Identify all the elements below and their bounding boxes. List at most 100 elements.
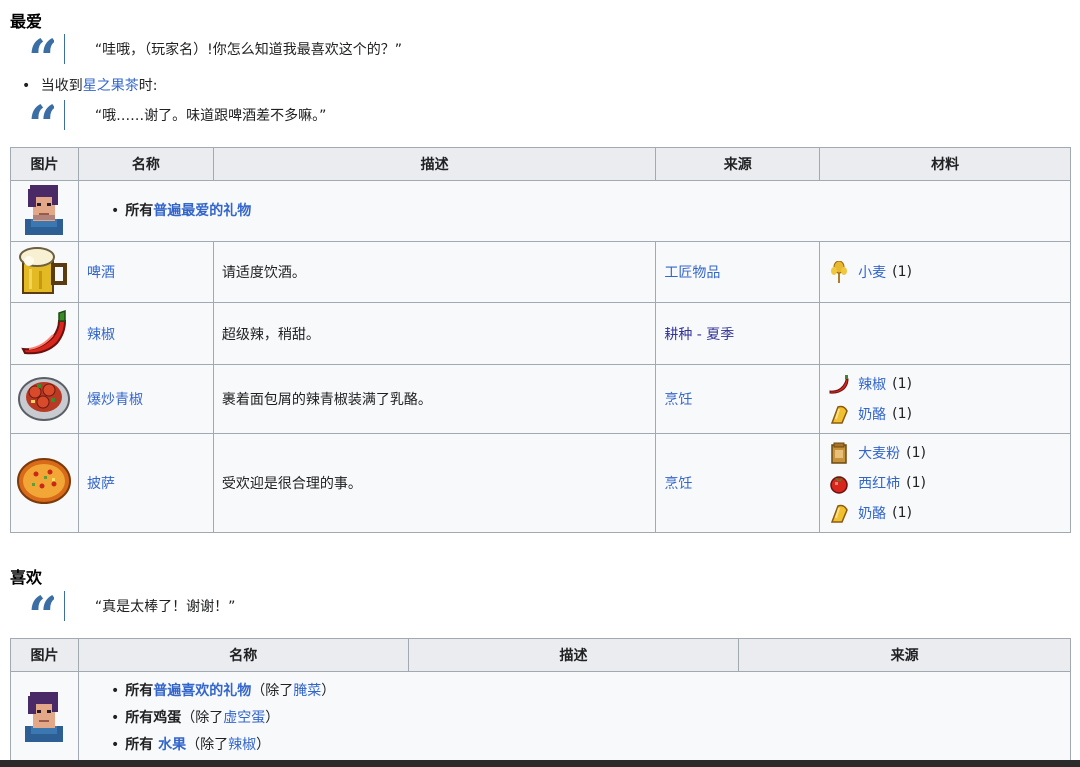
materials-cell: 小麦 (1) — [819, 241, 1071, 303]
bullet-suffix: 时: — [138, 78, 158, 94]
source-link[interactable]: 工匠物品 — [664, 265, 720, 281]
wheat-flour-icon — [828, 442, 850, 464]
item-link-pizza[interactable]: 披萨 — [87, 476, 115, 492]
list-item: 所有普遍喜欢的礼物（除了腌菜） — [123, 678, 1062, 705]
like-quote: “ “真是太棒了！谢谢！” — [28, 589, 236, 625]
bullet-prefix: 当收到 — [40, 78, 83, 94]
hot-pepper-icon — [828, 373, 850, 395]
quote-text: “真是太棒了！谢谢！” — [94, 599, 236, 615]
image-cell — [10, 433, 79, 533]
shane-portrait-icon — [25, 692, 64, 742]
table-row: 所有普遍最爱的礼物 — [10, 180, 1072, 242]
exception-link[interactable]: 虚空蛋 — [223, 710, 265, 726]
material-link[interactable]: 奶酪 — [858, 404, 886, 424]
source-link[interactable]: 烹饪 — [664, 392, 692, 408]
list-item: 所有 水果（除了辣椒） — [123, 732, 1062, 759]
universal-prefix: 所有 — [125, 202, 154, 219]
quote-mark-icon: “ — [28, 100, 54, 134]
col-header-image: 图片 — [10, 638, 79, 672]
star-tea-link[interactable]: 星之果茶 — [83, 78, 139, 94]
universal-like-link[interactable]: 普遍喜欢的礼物 — [153, 683, 251, 699]
universal-like-cell: 所有普遍喜欢的礼物（除了腌菜） 所有鸡蛋（除了虚空蛋） 所有 水果（除了辣椒） — [77, 671, 1072, 767]
table-row: 所有普遍喜欢的礼物（除了腌菜） 所有鸡蛋（除了虚空蛋） 所有 水果（除了辣椒） — [10, 671, 1072, 767]
item-link-hot-pepper[interactable]: 辣椒 — [87, 327, 115, 343]
item-prefix: 所有 — [125, 737, 159, 753]
paren-open: （除了 — [186, 737, 229, 753]
love-quote-2: “ “哦……谢了。味道跟啤酒差不多嘛。” — [28, 98, 327, 134]
quote-divider — [63, 100, 65, 130]
exception-link[interactable]: 辣椒 — [228, 737, 256, 753]
material-link[interactable]: 奶酪 — [858, 503, 886, 523]
image-cell — [10, 241, 79, 303]
image-cell — [10, 671, 79, 767]
item-prefix: 所有 — [125, 683, 154, 699]
image-cell — [10, 302, 79, 365]
wheat-icon — [828, 261, 850, 283]
hot-pepper-icon — [21, 309, 67, 354]
material-qty: (1) — [892, 505, 913, 521]
item-desc-cell: 裹着面包屑的辣青椒装满了乳酪。 — [212, 364, 657, 434]
table-row: 披萨 受欢迎是很合理的事。 烹饪 大麦粉 (1) 西红柿 (1) 奶酪 (1) — [10, 433, 1071, 533]
pizza-icon — [17, 458, 72, 504]
material-qty: (1) — [892, 406, 913, 422]
item-link-beer[interactable]: 啤酒 — [87, 265, 115, 281]
material-link[interactable]: 西红柿 — [858, 473, 900, 493]
fruit-link[interactable]: 水果 — [158, 737, 186, 753]
like-gifts-table: 图片 名称 描述 来源 所有普遍喜欢的礼物（除了腌菜） 所有鸡蛋（除了虚空蛋） … — [10, 638, 1072, 767]
material-item: 辣椒 (1) — [828, 369, 1062, 399]
table-row: 辣椒 超级辣，稍甜。 耕种 - 夏季 — [10, 302, 1071, 365]
item-name-cell: 披萨 — [77, 433, 214, 533]
shane-portrait-icon — [25, 185, 64, 235]
paren-open: （除了 — [251, 683, 294, 699]
materials-cell: 辣椒 (1) 奶酪 (1) — [819, 364, 1071, 434]
material-link[interactable]: 大麦粉 — [858, 443, 900, 463]
item-source-cell: 工匠物品 — [655, 241, 821, 303]
season-link[interactable]: 夏季 — [706, 327, 734, 343]
list-item: 所有普遍最爱的礼物 — [123, 198, 1062, 225]
source-link[interactable]: 烹饪 — [664, 476, 692, 492]
col-header-desc: 描述 — [212, 147, 657, 181]
materials-cell: 大麦粉 (1) 西红柿 (1) 奶酪 (1) — [819, 433, 1071, 533]
pepper-poppers-icon — [18, 377, 71, 421]
love-gifts-table: 图片 名称 描述 来源 材料 所有普遍最爱的礼物 — [10, 147, 1072, 533]
universal-love-link[interactable]: 普遍最爱的礼物 — [153, 203, 251, 219]
universal-love-cell: 所有普遍最爱的礼物 — [77, 180, 1072, 242]
quote-mark-icon: “ — [28, 34, 54, 68]
item-prefix: 所有鸡蛋 — [125, 710, 182, 726]
material-item: 小麦 (1) — [828, 257, 1062, 287]
exception-link[interactable]: 腌菜 — [293, 683, 321, 699]
paren-close: ） — [321, 683, 336, 699]
col-header-desc: 描述 — [407, 638, 740, 672]
cheese-icon — [828, 502, 850, 524]
item-name-cell: 爆炒青椒 — [77, 364, 214, 434]
material-qty: (1) — [906, 445, 927, 461]
material-qty: (1) — [906, 475, 927, 491]
source-link[interactable]: 耕种 - — [664, 327, 706, 343]
col-header-source: 来源 — [738, 638, 1071, 672]
item-source-cell: 耕种 - 夏季 — [655, 302, 821, 365]
table-header-row: 图片 名称 描述 来源 — [10, 638, 1071, 672]
item-source-cell: 烹饪 — [655, 364, 821, 434]
cheese-icon — [828, 403, 850, 425]
material-link[interactable]: 辣椒 — [858, 374, 886, 394]
material-link[interactable]: 小麦 — [858, 262, 886, 282]
love-quote-1: “ “哇哦，（玩家名）!你怎么知道我最喜欢这个的？” — [28, 32, 402, 68]
material-qty: (1) — [892, 376, 913, 392]
col-header-name: 名称 — [77, 638, 409, 672]
quote-text: “哦……谢了。味道跟啤酒差不多嘛。” — [94, 108, 327, 124]
material-item: 大麦粉 (1) — [828, 438, 1062, 468]
col-header-source: 来源 — [655, 147, 821, 181]
paren-close: ） — [256, 737, 271, 753]
quote-divider — [63, 34, 65, 64]
material-item: 西红柿 (1) — [828, 468, 1062, 498]
item-desc-cell: 请适度饮酒。 — [212, 241, 657, 303]
star-tea-bullet: 当收到星之果茶时: — [22, 75, 158, 95]
table-row: 啤酒 请适度饮酒。 工匠物品 小麦 (1) — [10, 241, 1071, 303]
quote-mark-icon: “ — [28, 591, 54, 625]
col-header-name: 名称 — [77, 147, 214, 181]
quote-divider — [63, 591, 65, 621]
item-link-pepper-poppers[interactable]: 爆炒青椒 — [87, 392, 143, 408]
col-header-image: 图片 — [10, 147, 79, 181]
image-cell — [10, 364, 79, 434]
bottom-scrollbar[interactable] — [0, 760, 1080, 767]
